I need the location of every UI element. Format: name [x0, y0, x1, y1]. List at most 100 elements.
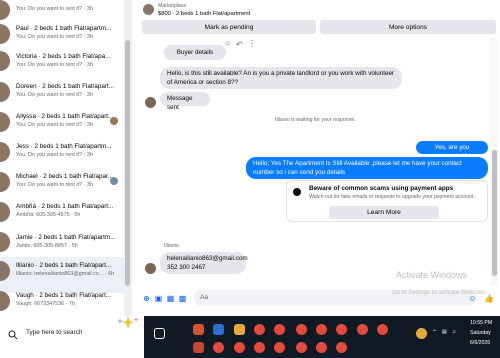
- conversation-name: Jamie · 2 beds 1 bath Flat/apartm...: [16, 234, 116, 241]
- taskbar-app-icon[interactable]: [193, 324, 204, 335]
- incoming-message: Message sent: [160, 92, 210, 111]
- reply-icon[interactable]: ↶: [236, 40, 246, 50]
- more-icon[interactable]: ⋮: [248, 39, 258, 49]
- sender-name: Illianio: [164, 243, 179, 249]
- chrome-icon[interactable]: [274, 324, 285, 335]
- taskbar-app-icon[interactable]: [234, 324, 245, 335]
- windows-taskbar: Type here to search ⌃ ▤ ♫ 10:55 PM Satur…: [0, 316, 500, 358]
- buyer-details-button[interactable]: Buyer details: [164, 45, 226, 60]
- learn-more-button[interactable]: Learn More: [329, 206, 439, 219]
- clock-time[interactable]: 10:55 PM: [470, 320, 492, 326]
- weather-icon[interactable]: [416, 328, 427, 339]
- avatar: [0, 112, 10, 132]
- read-receipt-avatar: [110, 177, 118, 185]
- sparkle-icon: [117, 316, 139, 329]
- listing-title[interactable]: $800 · 2 beds 1 bath Flat/apartment: [158, 11, 250, 17]
- sender-avatar: [145, 263, 156, 274]
- conversation-name: Victoria · 2 beds 1 bath Flat/apa...: [16, 53, 111, 60]
- chrome-icon[interactable]: [316, 342, 327, 353]
- conversation-preview: Ambřiá: 605-305-4575 · 5h: [16, 212, 81, 218]
- chrome-icon[interactable]: [316, 324, 327, 335]
- listing-thumbnail: [143, 4, 154, 15]
- conversation-name: Ambřiá · 2 beds 1 bath Flat/apart...: [16, 203, 114, 210]
- task-view-icon[interactable]: [154, 328, 165, 339]
- taskbar-search[interactable]: Type here to search: [0, 316, 144, 358]
- scam-warning-body: Watch out for fake emails or requests to…: [309, 194, 475, 200]
- conversation-item[interactable]: Vaugh · 2 beds 1 bath Flat/apart... Vaug…: [0, 287, 124, 316]
- conversation-name: Jess · 2 beds 1 bath Flat/apartm...: [16, 143, 112, 150]
- scam-warning-card: Beware of common scams using payment app…: [286, 180, 488, 222]
- taskbar-app-icon[interactable]: [213, 324, 224, 335]
- avatar: [0, 82, 10, 102]
- incoming-message: Hello, is this still available? An is yo…: [160, 67, 402, 89]
- mark-as-pending-button[interactable]: Mark as pending: [142, 20, 316, 34]
- avatar: [0, 202, 10, 222]
- reaction-icon[interactable]: ☺: [224, 40, 234, 50]
- incoming-message: helenailianio863@gmail.com 352 300 2467: [160, 252, 248, 274]
- conversation-preview: Jamie: 605-305-8857 · 5h: [16, 243, 78, 249]
- conversation-preview: Illianio: helenailianio863@gmail.co... ·…: [16, 271, 115, 277]
- conversation-preview: You: Do you want to rent it? · 3h: [16, 62, 93, 68]
- waiting-notice: Illianio is waiting for your response.: [275, 117, 356, 123]
- avatar: [0, 291, 10, 311]
- clock-date[interactable]: 6/6/2026: [470, 340, 490, 346]
- taskbar-app-icon[interactable]: [193, 342, 204, 353]
- avatar: [0, 261, 10, 281]
- chrome-icon[interactable]: [336, 324, 347, 335]
- scam-warning-title: Beware of common scams using payment app…: [309, 185, 454, 192]
- conversation-preview: You: Do you want to rent it? · 3h: [16, 6, 93, 12]
- conversation-preview: You: Do you want to rent it? · 3h: [16, 182, 93, 188]
- chrome-icon[interactable]: [274, 342, 285, 353]
- avatar: [0, 51, 10, 71]
- message-line: 352 300 2467: [167, 263, 206, 271]
- search-icon: [8, 330, 18, 340]
- warning-icon: [293, 188, 301, 196]
- marketplace-label: Marketplace: [158, 3, 187, 9]
- chrome-icon[interactable]: [296, 324, 307, 335]
- activate-windows-subtitle: Go to Settings to activate Windows.: [392, 290, 487, 296]
- chrome-icon[interactable]: [377, 324, 388, 335]
- conversation-name: Doreen · 2 beds 1 bath Flat/apart...: [16, 83, 115, 90]
- clock-day[interactable]: Saturday: [470, 330, 491, 336]
- chat-header: Marketplace $800 · 2 beds 1 bath Flat/ap…: [138, 0, 500, 38]
- sticker-icon[interactable]: ▦: [166, 294, 175, 303]
- image-icon[interactable]: ▣: [154, 294, 163, 303]
- sender-avatar: [145, 97, 156, 108]
- screen: You: Do you want to rent it? · 3h Paul ·…: [0, 0, 500, 358]
- sidebar-scrollbar-thumb[interactable]: [125, 40, 130, 286]
- activate-windows-title: Activate Windows: [396, 270, 468, 280]
- conversation-preview: Vaugh: 6673347536 · 7h: [16, 301, 75, 307]
- network-icon[interactable]: ▤: [442, 329, 447, 335]
- conversation-preview: You: Do you want to rent it? · 3h: [16, 92, 93, 98]
- conversation-list: You: Do you want to rent it? · 3h Paul ·…: [0, 0, 124, 316]
- tray-chevron-icon[interactable]: ⌃: [432, 329, 437, 336]
- chrome-icon[interactable]: [357, 324, 368, 335]
- avatar: [0, 0, 10, 20]
- outgoing-message: Yes, are you interested?: [416, 141, 488, 160]
- message-input-placeholder: Aa: [200, 294, 209, 301]
- more-options-button[interactable]: More options: [320, 20, 496, 34]
- chrome-icon[interactable]: [234, 342, 245, 353]
- chrome-icon[interactable]: [296, 342, 307, 353]
- conversation-name: Allyssa · 2 beds 1 bath Flat/apart...: [16, 113, 114, 120]
- plus-icon[interactable]: ⊕: [142, 294, 151, 303]
- conversation-name: Paul · 2 beds 1 bath Flat/apartm...: [16, 25, 112, 32]
- chat-scrollbar-thumb[interactable]: [492, 150, 497, 276]
- outgoing-message: Hello; Yes The Apartment Is Still Availa…: [246, 157, 488, 179]
- volume-icon[interactable]: ♫: [452, 329, 456, 335]
- avatar: [0, 232, 10, 252]
- search-placeholder: Type here to search: [26, 329, 83, 336]
- chrome-icon[interactable]: [254, 342, 265, 353]
- gif-icon[interactable]: ▩: [178, 294, 187, 303]
- conversation-preview: You: Do you want to rent it? · 3h: [16, 152, 93, 158]
- avatar: [0, 24, 10, 44]
- chrome-icon[interactable]: [213, 342, 224, 353]
- avatar: [0, 142, 10, 162]
- chrome-icon[interactable]: [336, 342, 347, 353]
- avatar: [0, 172, 10, 192]
- conversation-preview: You: Do you want to rent it? · 3h: [16, 122, 93, 128]
- chrome-icon[interactable]: [254, 324, 265, 335]
- conversation-name: Illianio · 2 beds 1 bath Flat/apart...: [16, 262, 112, 269]
- conversation-name: Michael · 2 beds 1 bath Flat/apar...: [16, 173, 113, 180]
- conversation-name: Vaugh · 2 beds 1 bath Flat/apart...: [16, 292, 112, 299]
